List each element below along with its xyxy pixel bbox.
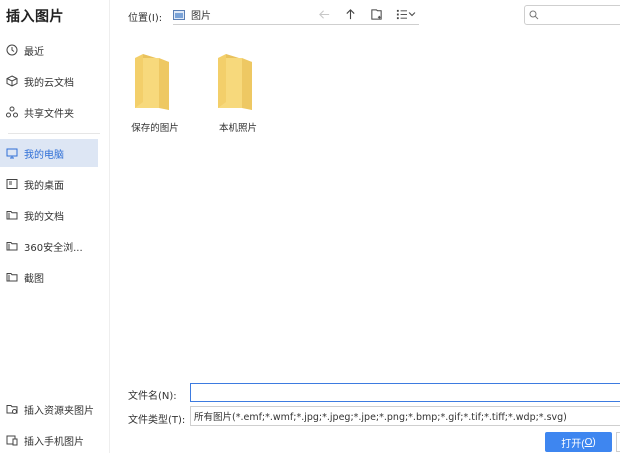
sidebar-item-label: 360安全浏... — [24, 242, 83, 254]
arrow-left-icon — [318, 9, 329, 19]
sidebar-item-label: 插入手机图片 — [24, 436, 84, 448]
sidebar-item-label: 共享文件夹 — [24, 108, 74, 120]
insert-phone-image[interactable]: 插入手机图片 — [0, 426, 98, 453]
sidebar-item-screenshots[interactable]: 截图 — [0, 263, 98, 291]
dialog-title: 插入图片 — [6, 9, 64, 25]
sidebar-item-my-desktop[interactable]: 我的桌面 — [0, 170, 98, 198]
insert-picture-dialog: 插入图片 最近 我的云文档 共享文件夹 我的电脑 我的桌面 我的文档 360安全… — [0, 0, 620, 453]
new-folder-icon — [370, 8, 382, 20]
folder-icon — [6, 271, 18, 283]
sidebar-item-recent[interactable]: 最近 — [0, 36, 98, 64]
sidebar-item-label: 最近 — [24, 46, 44, 58]
search-input[interactable] — [543, 9, 620, 21]
sidebar-item-label: 插入资源夹图片 — [24, 405, 94, 417]
folder-icon — [135, 54, 169, 110]
sidebar-item-cloud-docs[interactable]: 我的云文档 — [0, 67, 98, 95]
search-box[interactable] — [524, 5, 620, 25]
open-button-label-end: ) — [592, 436, 596, 448]
back-button[interactable] — [317, 7, 331, 21]
share-icon — [6, 106, 18, 118]
filetype-value: 所有图片(*.emf;*.wmf;*.jpg;*.jpeg;*.jpe;*.pn… — [194, 412, 567, 423]
clock-icon — [6, 44, 18, 56]
list-view-icon — [396, 9, 415, 19]
up-button[interactable] — [343, 7, 357, 21]
sidebar-item-my-documents[interactable]: 我的文档 — [0, 201, 98, 229]
file-item-local-photos[interactable]: 本机照片 — [203, 46, 273, 142]
sidebar-item-360-browser[interactable]: 360安全浏... — [0, 232, 98, 260]
file-item-saved-pictures[interactable]: 保存的图片 — [120, 46, 190, 142]
toolbar: 位置(I): 图片 — [110, 0, 620, 30]
sidebar: 插入图片 最近 我的云文档 共享文件夹 我的电脑 我的桌面 我的文档 360安全… — [0, 0, 110, 453]
folder-icon — [6, 209, 18, 221]
picture-folder-icon — [173, 9, 185, 20]
sidebar-item-my-computer[interactable]: 我的电脑 — [0, 139, 98, 167]
cancel-button[interactable] — [616, 432, 620, 452]
sidebar-item-label: 截图 — [24, 273, 44, 285]
filetype-label: 文件类型(T): — [128, 415, 186, 426]
open-button-hotkey: O — [584, 436, 593, 448]
open-button[interactable]: 打开(O) — [545, 432, 612, 452]
sidebar-item-shared-folder[interactable]: 共享文件夹 — [0, 98, 98, 126]
filetype-select[interactable]: 所有图片(*.emf;*.wmf;*.jpg;*.jpeg;*.jpe;*.pn… — [190, 406, 620, 426]
cloud-doc-icon — [6, 75, 18, 87]
desktop-icon — [6, 178, 18, 190]
sidebar-item-label: 我的电脑 — [24, 149, 64, 161]
file-name: 保存的图片 — [131, 123, 179, 134]
sidebar-divider — [8, 133, 100, 134]
view-menu-button[interactable] — [395, 7, 419, 21]
filename-label: 文件名(N): — [128, 391, 177, 402]
phone-image-icon — [6, 434, 18, 446]
computer-icon — [6, 147, 18, 159]
folder-icon — [218, 54, 252, 110]
resource-folder-icon — [6, 403, 18, 415]
insert-resource-folder-image[interactable]: 插入资源夹图片 — [0, 395, 98, 423]
folder-icon — [6, 240, 18, 252]
arrow-up-icon — [345, 8, 355, 19]
location-label: 位置(I): — [128, 13, 163, 24]
open-button-label: 打开( — [561, 438, 585, 450]
file-name: 本机照片 — [218, 123, 257, 134]
new-folder-button[interactable] — [369, 7, 383, 21]
location-value: 图片 — [191, 11, 211, 22]
sidebar-item-label: 我的云文档 — [24, 77, 74, 89]
sidebar-item-label: 我的文档 — [24, 211, 64, 223]
search-icon — [529, 10, 539, 20]
sidebar-item-label: 我的桌面 — [24, 180, 64, 192]
filename-input[interactable] — [190, 383, 620, 402]
